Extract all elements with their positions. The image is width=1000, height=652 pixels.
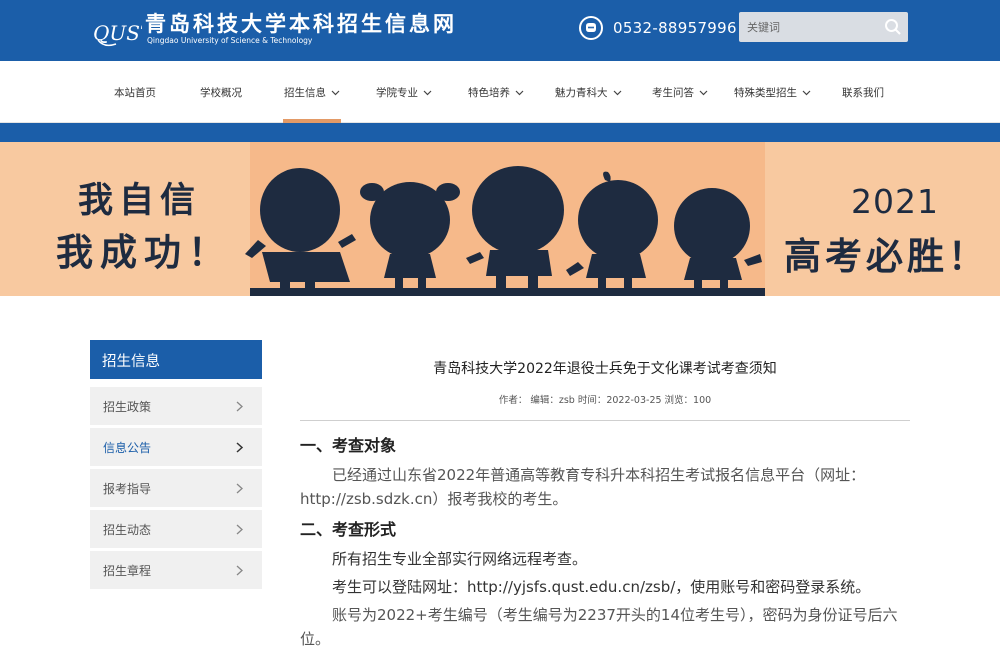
nav-label: 本站首页: [114, 86, 156, 99]
article-divider: [300, 420, 910, 421]
qust-logo-mark: QUST: [93, 21, 142, 47]
svg-text:QUST: QUST: [93, 21, 142, 45]
nav-label: 特殊类型招生: [734, 86, 797, 99]
sidebar-item-announcements[interactable]: 信息公告: [90, 428, 262, 466]
article-title: 青岛科技大学2022年退役士兵免于文化课考试考查须知: [433, 361, 777, 377]
main-nav: 本站首页 学校概况 招生信息 学院专业 特色培养 魅力青科大 考生问答 特殊类型…: [0, 61, 1000, 123]
nav-item-home[interactable]: 本站首页: [114, 61, 156, 123]
nav-item-about[interactable]: 学校概况: [200, 61, 242, 123]
sidebar-item-guidance[interactable]: 报考指导: [90, 469, 262, 507]
chevron-down-icon: [423, 90, 432, 95]
paragraph: 考生可以登陆网址：http://yjsfs.qust.edu.cn/zsb/，使…: [332, 578, 871, 596]
banner-year: 2021: [851, 182, 939, 221]
nav-label: 联系我们: [842, 86, 884, 99]
banner-slogan-line1: 我自信: [78, 180, 202, 221]
nav-label: 特色培养: [468, 86, 510, 99]
nav-item-majors[interactable]: 学院专业: [376, 61, 432, 123]
nav-item-features[interactable]: 特色培养: [468, 61, 524, 123]
section-heading: 一、考查对象: [300, 436, 397, 455]
paragraph: 已经通过山东省2022年普通高等教育专科升本科招生考试报名信息平台（网址：htt…: [300, 466, 866, 508]
hotline: 0532-88957996: [578, 14, 737, 42]
chevron-right-icon: [236, 401, 243, 411]
phone-number: 0532-88957996: [613, 19, 737, 37]
chevron-right-icon: [236, 524, 243, 534]
sidebar-title: 招生信息: [90, 340, 262, 379]
chevron-right-icon: [236, 483, 243, 493]
nav-item-qa[interactable]: 考生问答: [652, 61, 708, 123]
nav-divider-band: [0, 123, 1000, 142]
sidebar-item-policy[interactable]: 招生政策: [90, 387, 262, 425]
logo-title-cn: 青岛科技大学本科招生信息网: [145, 11, 457, 36]
sidebar-item-charter[interactable]: 招生章程: [90, 551, 262, 589]
logo-title-en: Qingdao University of Science & Technolo…: [147, 36, 313, 45]
nav-item-special[interactable]: 特殊类型招生: [734, 61, 811, 123]
chevron-right-icon: [236, 565, 243, 575]
nav-label: 考生问答: [652, 86, 694, 99]
nav-item-contact[interactable]: 联系我们: [842, 61, 884, 123]
chevron-down-icon: [613, 90, 621, 95]
article: 青岛科技大学2022年退役士兵免于文化课考试考查须知 作者： 编辑：zsb 时间…: [300, 340, 910, 651]
hero-banner: 我自信 我成功！ 2021 高考必胜！: [0, 142, 1000, 296]
chevron-down-icon: [699, 90, 708, 95]
sidebar-item-news[interactable]: 招生动态: [90, 510, 262, 548]
sidebar-menu: 招生政策 信息公告 报考指导 招生动态 招生章程: [90, 387, 262, 592]
search-box: [739, 12, 908, 42]
chevron-down-icon: [515, 90, 524, 95]
nav-label: 学院专业: [376, 86, 418, 99]
article-meta: 作者： 编辑：zsb 时间：2022-03-25 浏览：100: [498, 395, 712, 406]
site-logo[interactable]: QUST 青岛科技大学本科招生信息网 Qingdao University of…: [92, 6, 492, 54]
banner-slogan-line2: 我成功！: [56, 230, 232, 274]
nav-label: 学校概况: [200, 86, 242, 99]
section-heading: 二、考查形式: [300, 520, 397, 539]
paragraph: 所有招生专业全部实行网络远程考查。: [332, 550, 588, 568]
search-button[interactable]: [879, 13, 907, 41]
search-icon: [885, 19, 901, 35]
nav-item-admission-info[interactable]: 招生信息: [283, 61, 341, 123]
top-header: QUST 青岛科技大学本科招生信息网 Qingdao University of…: [0, 0, 1000, 61]
banner-slogan-right: 高考必胜！: [784, 234, 989, 278]
sidebar-item-label: 报考指导: [103, 481, 152, 496]
nav-label: 招生信息: [284, 86, 326, 99]
chevron-right-icon: [236, 441, 244, 453]
search-input[interactable]: [739, 13, 879, 41]
article-body: 一、考查对象 已经通过山东省2022年普通高等教育专科升本科招生考试报名信息平台…: [300, 433, 910, 651]
paragraph: 账号为2022+考生编号（考生编号为2237开头的14位考生号），密码为身份证号…: [300, 606, 898, 648]
sidebar-item-label: 信息公告: [103, 440, 152, 455]
sidebar-item-label: 招生动态: [103, 522, 152, 537]
chevron-down-icon: [331, 90, 340, 95]
chevron-down-icon: [802, 90, 811, 95]
sidebar-item-label: 招生章程: [103, 563, 152, 578]
sidebar-item-label: 招生政策: [103, 399, 152, 414]
nav-item-campus[interactable]: 魅力青科大: [555, 61, 622, 123]
nav-label: 魅力青科大: [555, 86, 608, 99]
phone-icon: [579, 16, 603, 40]
